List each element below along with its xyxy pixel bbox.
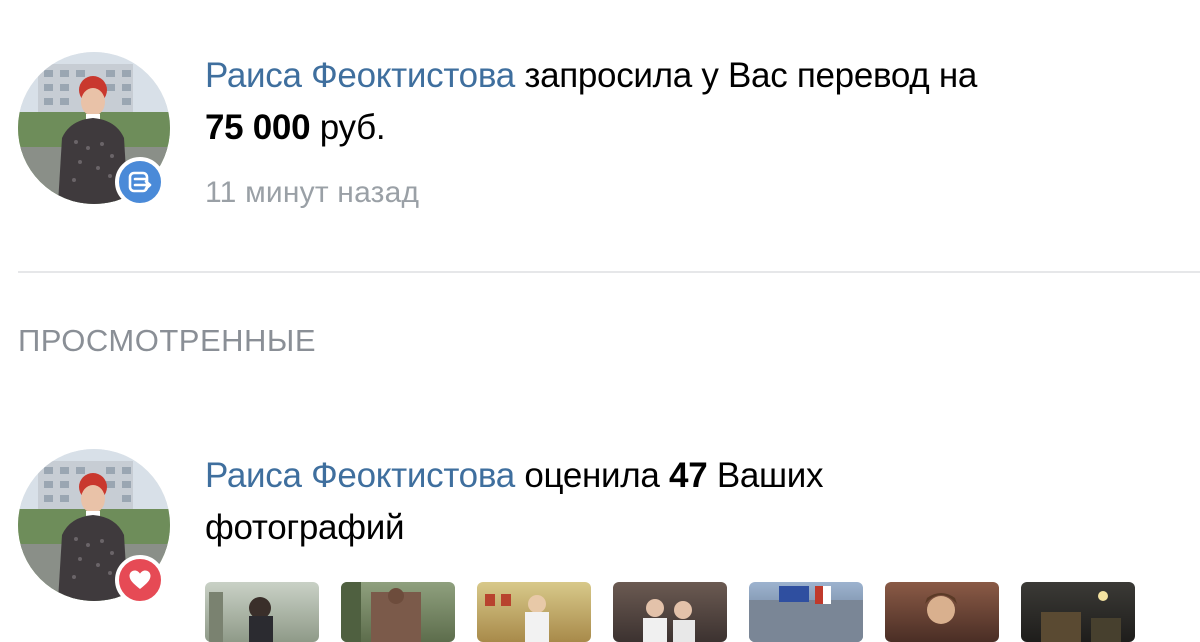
money-transfer-icon — [128, 171, 152, 193]
section-header-viewed: ПРОСМОТРЕННЫЕ — [18, 323, 317, 358]
timestamp: 11 минут назад — [205, 176, 420, 209]
notification-message: Раиса Феоктистова оценила 47 Ваших фотог… — [205, 450, 1190, 554]
divider — [18, 271, 1200, 273]
heart-icon — [129, 570, 151, 589]
photo-count: 47 — [669, 456, 708, 495]
photo-thumbnail[interactable] — [613, 582, 727, 642]
photo-thumbnail[interactable] — [1021, 582, 1135, 642]
photo-thumbnails — [205, 582, 1135, 642]
photo-thumbnail[interactable] — [477, 582, 591, 642]
action-text: оценила — [524, 456, 660, 495]
currency-label: руб. — [319, 108, 386, 147]
photo-thumbnail[interactable] — [205, 582, 319, 642]
transfer-amount: 75 000 — [205, 108, 311, 147]
action-text: запросила у Вас перевод на — [524, 56, 978, 95]
action-object: фотографий — [205, 508, 405, 547]
user-name-link[interactable]: Раиса Феоктистова — [205, 456, 515, 495]
photo-thumbnail[interactable] — [341, 582, 455, 642]
like-badge — [115, 555, 165, 605]
action-tail: Ваших — [716, 456, 824, 495]
notification-message: Раиса Феоктистова запросила у Вас перево… — [205, 50, 1190, 154]
notification-transfer-request[interactable]: Раиса Феоктистова запросила у Вас перево… — [0, 0, 1200, 270]
user-name-link[interactable]: Раиса Феоктистова — [205, 56, 515, 95]
photo-thumbnail[interactable] — [749, 582, 863, 642]
photo-thumbnail[interactable] — [885, 582, 999, 642]
transfer-badge — [115, 157, 165, 207]
